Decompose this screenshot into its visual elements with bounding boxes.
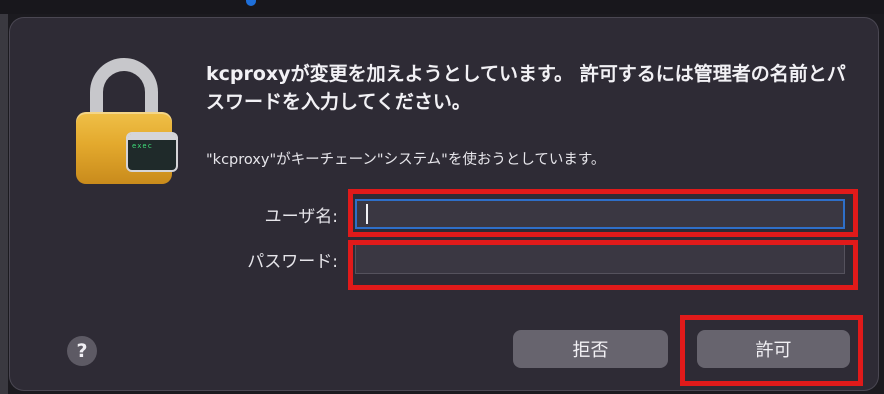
background-window-edge: [0, 14, 8, 394]
background-indicator: [246, 0, 256, 6]
terminal-icon: exec: [126, 132, 178, 172]
deny-button[interactable]: 拒否: [513, 330, 668, 368]
allow-button[interactable]: 許可: [697, 330, 850, 368]
background-window-strip: [0, 0, 884, 14]
username-label: ユーザ名:: [264, 207, 338, 227]
auth-dialog: exec kcproxyが変更を加えようとしています。 許可するには管理者の名前…: [10, 18, 878, 390]
help-button[interactable]: ?: [67, 336, 97, 366]
password-field[interactable]: [355, 244, 845, 274]
password-label: パスワード:: [247, 252, 338, 272]
lock-icon: exec: [76, 58, 186, 184]
text-caret: [366, 204, 368, 224]
terminal-badge-text: exec: [132, 142, 153, 150]
username-field[interactable]: [355, 199, 845, 229]
dialog-title: kcproxyが変更を加えようとしています。 許可するには管理者の名前とパスワー…: [206, 63, 846, 113]
dialog-subtitle: "kcproxy"がキーチェーン"システム"を使おうとしています。: [206, 152, 606, 168]
